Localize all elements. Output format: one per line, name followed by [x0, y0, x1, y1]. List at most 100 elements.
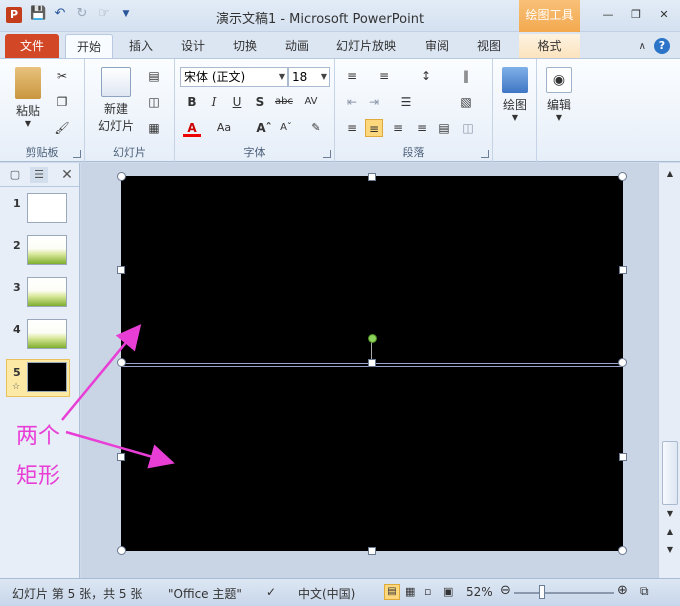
spellcheck-icon[interactable]: ✓ — [266, 585, 276, 599]
scrollbar-thumb[interactable] — [662, 441, 678, 505]
slide-thumbnail-5[interactable]: 5 ☆ — [6, 359, 70, 397]
tab-view[interactable]: 视图 — [466, 34, 512, 58]
restore-icon[interactable]: ❐ — [628, 8, 644, 22]
slide-thumbnail-1[interactable]: 1 — [0, 191, 80, 229]
font-size-combo[interactable]: 18 ▼ — [288, 67, 330, 87]
close-pane-icon[interactable]: ✕ — [58, 167, 76, 183]
clear-formatting-icon[interactable]: ✎ — [307, 119, 325, 137]
minimize-icon[interactable]: — — [600, 8, 616, 22]
grow-font-icon[interactable]: Aˆ — [255, 119, 273, 137]
font-color-icon[interactable]: A — [183, 119, 201, 137]
align-right-icon[interactable]: ≡ — [389, 119, 407, 137]
font-launcher-icon[interactable] — [323, 150, 331, 158]
tab-transitions[interactable]: 切换 — [222, 34, 268, 58]
resize-handle-top-right[interactable] — [618, 172, 627, 181]
reset-icon[interactable]: ◫ — [145, 93, 163, 111]
editing-button[interactable]: ◉ 编辑 ▼ — [541, 67, 577, 122]
resize-handle-mid-left[interactable] — [117, 358, 126, 367]
increase-indent-icon[interactable]: ⇥ — [365, 93, 383, 111]
bullets-icon[interactable]: ≡ — [343, 67, 361, 85]
zoom-in-icon[interactable]: ⊕ — [617, 583, 628, 598]
copy-icon[interactable]: ❐ — [53, 93, 71, 111]
slideshow-view-icon[interactable]: ▣ — [443, 585, 453, 598]
slide-thumbnail-4[interactable]: 4 — [0, 317, 80, 355]
resize-handle-right-lower[interactable] — [619, 453, 627, 461]
tab-file[interactable]: 文件 — [5, 34, 59, 58]
columns-icon[interactable]: ‖ — [457, 67, 475, 85]
resize-handle-left-upper[interactable] — [117, 266, 125, 274]
close-icon[interactable]: ✕ — [656, 8, 672, 22]
shrink-font-icon[interactable]: Aˇ — [277, 119, 295, 137]
section-icon[interactable]: ▦ — [145, 119, 163, 137]
undo-icon[interactable]: ↶ — [52, 6, 68, 22]
slide-thumbnail-3[interactable]: 3 — [0, 275, 80, 313]
paragraph-launcher-icon[interactable] — [481, 150, 489, 158]
resize-handle-mid[interactable] — [368, 359, 376, 367]
decrease-indent-icon[interactable]: ⇤ — [343, 93, 361, 111]
vertical-scrollbar[interactable]: ▲ ▼ ▲ ▼ — [658, 163, 680, 578]
language-indicator[interactable]: 中文(中国) — [298, 585, 355, 602]
resize-handle-right-upper[interactable] — [619, 266, 627, 274]
tab-home[interactable]: 开始 — [65, 34, 113, 58]
italic-icon[interactable]: I — [205, 93, 223, 111]
resize-handle-top[interactable] — [368, 173, 376, 181]
slide-sorter-icon[interactable]: ▦ — [405, 585, 415, 598]
align-center-icon[interactable]: ≡ — [365, 119, 383, 137]
tab-animations[interactable]: 动画 — [274, 34, 320, 58]
distributed-icon[interactable]: ▤ — [435, 119, 453, 137]
zoom-slider-knob[interactable] — [539, 585, 545, 599]
resize-handle-mid-right[interactable] — [618, 358, 627, 367]
zoom-slider[interactable] — [514, 592, 614, 594]
tab-insert[interactable]: 插入 — [118, 34, 164, 58]
text-direction-icon[interactable]: ☰ — [397, 93, 415, 111]
resize-handle-bottom-left[interactable] — [117, 546, 126, 555]
help-icon[interactable]: ? — [654, 38, 670, 54]
reading-view-icon[interactable]: ▫ — [424, 585, 431, 598]
tab-review[interactable]: 审阅 — [414, 34, 460, 58]
align-left-icon[interactable]: ≡ — [343, 119, 361, 137]
scroll-up-icon[interactable]: ▲ — [663, 167, 677, 181]
font-name-dropdown-icon[interactable]: ▼ — [279, 68, 285, 86]
outline-tab-icon[interactable]: ☰ — [30, 166, 48, 183]
tab-format[interactable]: 格式 — [519, 34, 580, 58]
strikethrough-icon[interactable]: abc — [275, 93, 293, 111]
normal-view-icon[interactable]: ▤ — [384, 584, 400, 600]
smartart-icon[interactable]: ◫ — [459, 119, 477, 137]
repeat-icon[interactable]: ☞ — [96, 6, 112, 22]
underline-icon[interactable]: U — [228, 93, 246, 111]
clipboard-launcher-icon[interactable] — [73, 150, 81, 158]
drawing-dropdown-icon[interactable]: ▼ — [497, 113, 533, 122]
fit-to-window-icon[interactable]: ⧉ — [640, 584, 649, 599]
font-name-combo[interactable]: 宋体 (正文) ▼ — [180, 67, 288, 87]
character-spacing-icon[interactable]: AV — [302, 93, 320, 111]
align-text-icon[interactable]: ▧ — [457, 93, 475, 111]
bold-icon[interactable]: B — [183, 93, 201, 111]
justify-icon[interactable]: ≡ — [413, 119, 431, 137]
resize-handle-bottom[interactable] — [368, 547, 376, 555]
cut-icon[interactable]: ✂ — [53, 67, 71, 85]
layout-icon[interactable]: ▤ — [145, 67, 163, 85]
font-size-dropdown-icon[interactable]: ▼ — [321, 68, 327, 86]
tab-design[interactable]: 设计 — [170, 34, 216, 58]
paste-dropdown-icon[interactable]: ▼ — [8, 119, 48, 128]
previous-slide-icon[interactable]: ▲ — [663, 525, 677, 539]
editing-dropdown-icon[interactable]: ▼ — [541, 113, 577, 122]
paste-button[interactable]: 粘贴 ▼ — [8, 67, 48, 128]
new-slide-button[interactable]: 新建 幻灯片 — [91, 67, 141, 134]
redo-icon[interactable]: ↻ — [74, 6, 90, 22]
powerpoint-app-icon[interactable]: P — [6, 7, 22, 23]
customize-qat-icon[interactable]: ▼ — [118, 6, 134, 22]
resize-handle-left-lower[interactable] — [117, 453, 125, 461]
minimize-ribbon-icon[interactable]: ∧ — [639, 41, 646, 52]
change-case-icon[interactable]: Aa — [215, 119, 233, 137]
slide-editing-area[interactable] — [81, 163, 658, 578]
drawing-button[interactable]: 绘图 ▼ — [497, 67, 533, 122]
resize-handle-bottom-right[interactable] — [618, 546, 627, 555]
resize-handle-top-left[interactable] — [117, 172, 126, 181]
zoom-level[interactable]: 52% — [466, 585, 493, 599]
format-painter-icon[interactable]: 🖌 — [53, 119, 71, 137]
line-spacing-icon[interactable]: ↕ — [417, 67, 435, 85]
rotate-handle[interactable] — [368, 334, 377, 343]
slide-thumbnail-2[interactable]: 2 — [0, 233, 80, 271]
zoom-out-icon[interactable]: ⊖ — [500, 583, 511, 598]
